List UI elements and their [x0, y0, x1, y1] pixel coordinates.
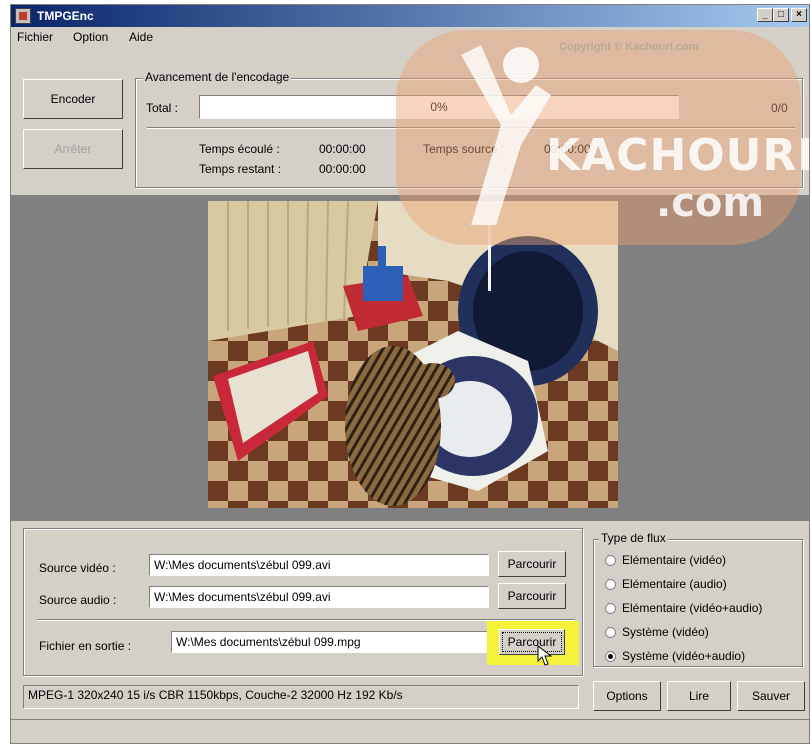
source-audio-label: Source audio :: [39, 593, 117, 607]
tmpgenc-window: TMPGEnc _ □ × Fichier Option Aide Encode…: [10, 4, 810, 744]
source-video-label: Source vidéo :: [39, 561, 116, 575]
remaining-value: 00:00:00: [319, 162, 366, 176]
play-button[interactable]: Lire: [667, 681, 731, 711]
menu-fichier[interactable]: Fichier: [17, 30, 53, 44]
menu-option[interactable]: Option: [73, 30, 108, 44]
radio-elementary-video[interactable]: Elémentaire (vidéo): [605, 553, 726, 567]
radio-elementary-audio[interactable]: Elémentaire (audio): [605, 577, 727, 591]
output-file-input[interactable]: W:\Mes documents\zébul 099.mpg: [171, 631, 489, 653]
close-button[interactable]: ×: [791, 8, 807, 22]
cat-scene-drawing: [208, 201, 618, 508]
source-video-input[interactable]: W:\Mes documents\zébul 099.avi: [149, 554, 489, 576]
stop-button[interactable]: Arrêter: [23, 129, 123, 169]
maximize-button[interactable]: □: [773, 8, 789, 22]
radio-system-video[interactable]: Système (vidéo): [605, 625, 709, 639]
settings-summary: MPEG-1 320x240 15 i/s CBR 1150kbps, Couc…: [23, 685, 579, 709]
elapsed-value: 00:00:00: [319, 142, 366, 156]
options-button[interactable]: Options: [593, 681, 661, 711]
minimize-button[interactable]: _: [757, 8, 773, 22]
radio-system-video-audio[interactable]: Système (vidéo+audio): [605, 649, 745, 663]
remaining-label: Temps restant :: [199, 162, 282, 176]
radio-label: Elémentaire (audio): [622, 577, 727, 591]
copyright-text: Copyright © Kachouri.com: [559, 41, 699, 53]
title-bar[interactable]: TMPGEnc _ □ ×: [11, 5, 809, 27]
stream-type-label: Type de flux: [599, 531, 668, 545]
radio-indicator: [605, 602, 616, 614]
browse-audio-button[interactable]: Parcourir: [498, 583, 566, 609]
radio-indicator: [605, 554, 616, 566]
radio-indicator: [605, 650, 616, 662]
browse-output-button[interactable]: Parcourir: [499, 629, 565, 655]
radio-indicator: [605, 578, 616, 590]
progress-group-label: Avancement de l'encodage: [143, 70, 292, 84]
radio-elementary-video-audio[interactable]: Elémentaire (vidéo+audio): [605, 601, 762, 615]
radio-indicator: [605, 626, 616, 638]
mouse-cursor-icon: [537, 645, 553, 666]
window-title: TMPGEnc: [37, 9, 94, 23]
encode-button[interactable]: Encoder: [23, 79, 123, 119]
app-icon: [15, 8, 31, 24]
menu-aide[interactable]: Aide: [129, 30, 153, 44]
browse-video-button[interactable]: Parcourir: [498, 551, 566, 577]
total-label: Total :: [146, 101, 179, 115]
elapsed-label: Temps écoulé :: [199, 142, 280, 156]
video-preview-image: [208, 201, 618, 508]
source-audio-input[interactable]: W:\Mes documents\zébul 099.avi: [149, 586, 489, 608]
watermark-title: KACHOURI: [546, 130, 810, 181]
output-file-label: Fichier en sortie :: [39, 639, 132, 653]
watermark-domain: .com: [656, 180, 765, 226]
watermark-figure-icon: [461, 45, 551, 225]
status-bar: [11, 719, 809, 743]
radio-label: Elémentaire (vidéo): [622, 553, 727, 567]
radio-label: Système (vidéo): [622, 625, 709, 639]
save-button[interactable]: Sauver: [737, 681, 805, 711]
radio-label: Elémentaire (vidéo+audio): [622, 601, 763, 615]
radio-label: Système (vidéo+audio): [622, 649, 746, 663]
